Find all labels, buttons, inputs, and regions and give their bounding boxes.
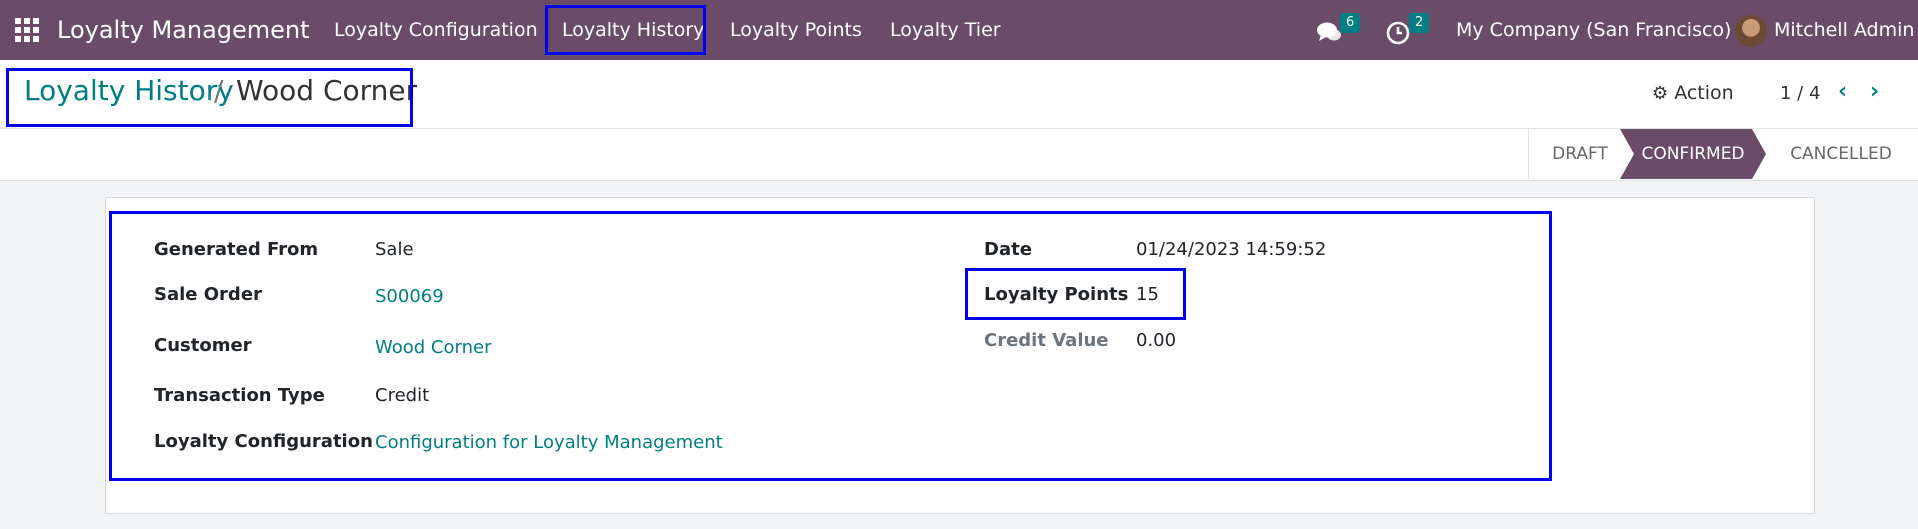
menu-loyalty-points[interactable]: Loyalty Points	[730, 0, 862, 60]
clock-icon	[1386, 21, 1410, 45]
pager-value[interactable]: 1 / 4	[1780, 83, 1820, 104]
value-loyalty-points[interactable]: 15	[1136, 284, 1159, 305]
value-credit-value: 0.00	[1136, 330, 1177, 351]
control-panel: Loyalty History / Wood Corner ⚙ Action 1…	[0, 60, 1918, 129]
label-generated-from: Generated From	[154, 239, 319, 260]
menu-loyalty-configuration[interactable]: Loyalty Configuration	[334, 0, 538, 60]
label-customer: Customer	[154, 335, 252, 356]
pager-previous-icon[interactable]: ‹	[1838, 79, 1847, 104]
user-avatar[interactable]	[1735, 15, 1767, 47]
link-loyalty-configuration[interactable]: Configuration for Loyalty Management	[375, 432, 723, 453]
user-menu[interactable]: Mitchell Admin	[1774, 0, 1914, 60]
link-sale-order[interactable]: S00069	[375, 286, 444, 307]
form-sheet	[105, 197, 1815, 514]
action-label: Action	[1674, 82, 1734, 104]
value-transaction-type[interactable]: Credit	[375, 385, 429, 406]
messages-count-badge: 6	[1340, 13, 1361, 33]
stage-draft[interactable]: DRAFT	[1530, 129, 1630, 179]
messages-button[interactable]: 6	[1316, 13, 1361, 46]
label-sale-order: Sale Order	[154, 284, 262, 305]
label-credit-value: Credit Value	[984, 330, 1109, 351]
activities-button[interactable]: 2	[1386, 13, 1430, 46]
stage-confirmed[interactable]: CONFIRMED	[1620, 129, 1766, 179]
pager-next-icon[interactable]: ›	[1870, 79, 1879, 104]
breadcrumb-separator: /	[214, 74, 224, 107]
chat-bubbles-icon	[1317, 22, 1341, 41]
label-transaction-type: Transaction Type	[154, 385, 325, 406]
label-date: Date	[984, 239, 1032, 260]
apps-grid-icon[interactable]	[15, 18, 39, 42]
value-date[interactable]: 01/24/2023 14:59:52	[1136, 239, 1326, 260]
label-loyalty-points: Loyalty Points	[984, 284, 1129, 305]
status-bar: DRAFT CONFIRMED CANCELLED	[0, 129, 1918, 181]
status-divider	[1528, 129, 1529, 179]
gear-icon: ⚙	[1652, 83, 1669, 104]
breadcrumb-current: Wood Corner	[236, 74, 418, 107]
menu-loyalty-history[interactable]: Loyalty History	[562, 0, 704, 60]
action-button[interactable]: ⚙ Action	[1652, 82, 1734, 104]
link-customer[interactable]: Wood Corner	[375, 337, 491, 358]
app-brand[interactable]: Loyalty Management	[57, 0, 310, 60]
stage-cancelled[interactable]: CANCELLED	[1766, 129, 1916, 179]
value-generated-from[interactable]: Sale	[375, 239, 414, 260]
breadcrumb-parent[interactable]: Loyalty History	[24, 74, 234, 107]
company-switcher[interactable]: My Company (San Francisco)	[1456, 0, 1731, 60]
top-navbar: Loyalty Management Loyalty Configuration…	[0, 0, 1918, 60]
label-loyalty-configuration: Loyalty Configuration	[154, 431, 373, 452]
activities-count-badge: 2	[1409, 13, 1430, 33]
menu-loyalty-tier[interactable]: Loyalty Tier	[890, 0, 1001, 60]
